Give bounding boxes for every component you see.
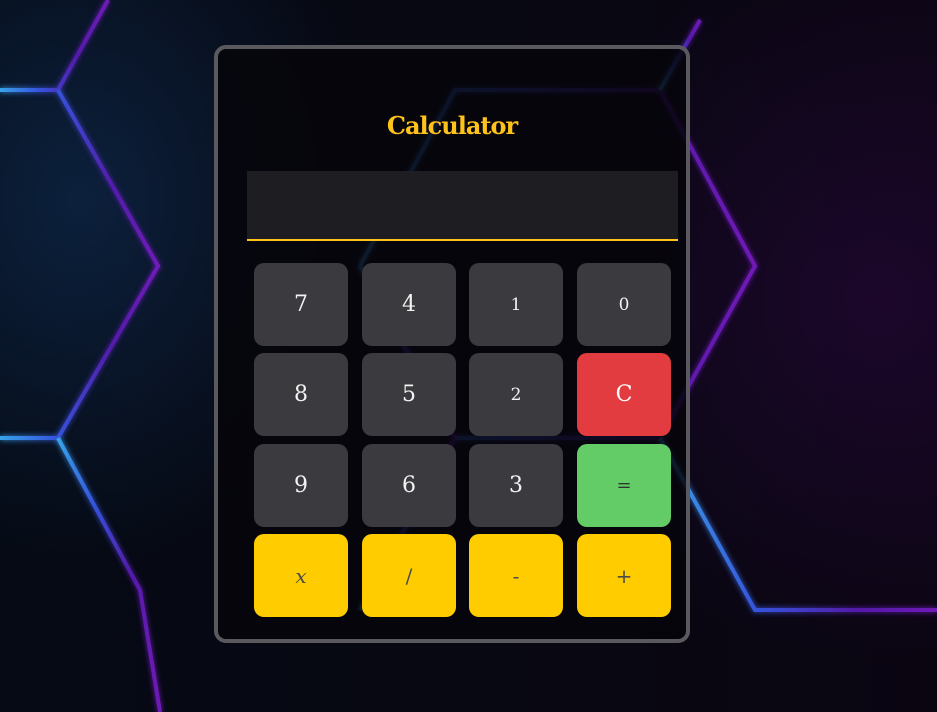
divide-button[interactable]: / (362, 534, 456, 617)
multiply-button[interactable]: x (254, 534, 348, 617)
calculator-title: Calculator (386, 111, 518, 140)
calculator-display[interactable] (247, 171, 678, 241)
key-7-button[interactable]: 7 (254, 263, 348, 346)
key-1-button[interactable]: 1 (469, 263, 563, 346)
key-8-button[interactable]: 8 (254, 353, 348, 436)
add-button[interactable]: + (577, 534, 671, 617)
calculator-card: Calculator 7 4 1 0 8 5 2 C 9 6 3 = x / -… (214, 45, 690, 643)
page-background: Calculator 7 4 1 0 8 5 2 C 9 6 3 = x / -… (0, 0, 937, 712)
key-6-button[interactable]: 6 (362, 444, 456, 527)
key-5-button[interactable]: 5 (362, 353, 456, 436)
key-4-button[interactable]: 4 (362, 263, 456, 346)
equals-button[interactable]: = (577, 444, 671, 527)
clear-button[interactable]: C (577, 353, 671, 436)
key-2-button[interactable]: 2 (469, 353, 563, 436)
key-3-button[interactable]: 3 (469, 444, 563, 527)
subtract-button[interactable]: - (469, 534, 563, 617)
key-9-button[interactable]: 9 (254, 444, 348, 527)
key-0-button[interactable]: 0 (577, 263, 671, 346)
